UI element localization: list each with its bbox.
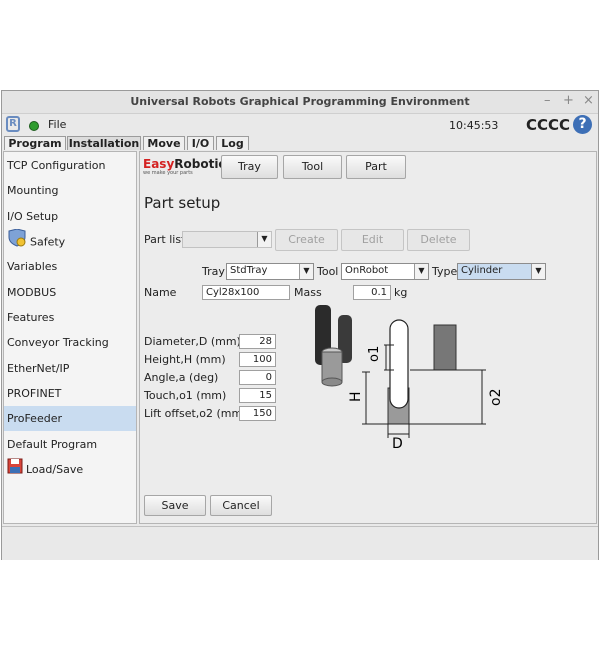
sidebar-item-label: ProFeeder: [7, 412, 62, 425]
robot-name: CCCC: [526, 116, 571, 134]
sidebar-item-modbus[interactable]: MODBUS: [4, 280, 136, 305]
sidebar-item-label: I/O Setup: [7, 210, 59, 223]
shield-icon: [7, 228, 27, 256]
tool-select[interactable]: OnRobot ▼: [341, 263, 429, 280]
tab-log[interactable]: Log: [216, 136, 249, 150]
tray-select[interactable]: StdTray ▼: [226, 263, 314, 280]
tray-button[interactable]: Tray: [221, 155, 278, 179]
status-bar: [2, 526, 598, 560]
sidebar-item-profinet[interactable]: PROFINET: [4, 381, 136, 406]
sidebar-item-load-save[interactable]: Load/Save: [4, 457, 136, 482]
main-window: Universal Robots Graphical Programming E…: [1, 90, 599, 560]
touch-field[interactable]: 15: [239, 388, 276, 403]
part-gripper-diagram: o1 H D o2: [315, 305, 504, 452]
o1-dimension-label: o1: [367, 346, 382, 362]
chevron-down-icon: ▼: [299, 264, 313, 279]
sidebar-item-conveyor-tracking[interactable]: Conveyor Tracking: [4, 330, 136, 355]
help-icon[interactable]: ?: [573, 115, 592, 134]
lift-offset-label: Lift offset,o2 (mm): [144, 407, 247, 420]
mass-field[interactable]: 0.1: [353, 285, 391, 300]
mass-label: Mass: [294, 286, 322, 299]
tab-program[interactable]: Program: [4, 136, 66, 150]
cancel-button[interactable]: Cancel: [210, 495, 272, 516]
save-button[interactable]: Save: [144, 495, 206, 516]
sidebar-item-label: Mounting: [7, 184, 59, 197]
name-label: Name: [144, 286, 177, 299]
create-button[interactable]: Create: [275, 229, 338, 251]
edit-button[interactable]: Edit: [341, 229, 404, 251]
tab-installation[interactable]: Installation: [67, 136, 141, 150]
ur-logo-icon: R: [6, 116, 20, 132]
chevron-down-icon: ▼: [257, 232, 271, 247]
window-title: Universal Robots Graphical Programming E…: [130, 95, 470, 108]
tab-move[interactable]: Move: [143, 136, 185, 150]
close-button[interactable]: ×: [583, 93, 594, 108]
page-title: Part setup: [144, 194, 221, 212]
sidebar-item-label: PROFINET: [7, 387, 62, 400]
h-dimension-label: H: [348, 391, 364, 402]
sidebar-item-label: Conveyor Tracking: [7, 336, 109, 349]
delete-button[interactable]: Delete: [407, 229, 470, 251]
part-button[interactable]: Part: [346, 155, 406, 179]
sidebar-item-label: Default Program: [7, 438, 98, 451]
title-bar: Universal Robots Graphical Programming E…: [2, 91, 598, 114]
sidebar-item-label: MODBUS: [7, 286, 57, 299]
minimize-button[interactable]: –: [544, 93, 551, 108]
angle-field[interactable]: 0: [239, 370, 276, 385]
sidebar-item-label: Features: [7, 311, 55, 324]
sidebar-item-profeeder[interactable]: ProFeeder: [4, 406, 136, 431]
sidebar-item-tcp-configuration[interactable]: TCP Configuration: [4, 153, 136, 178]
d-dimension-label: D: [392, 436, 403, 452]
floppy-disk-icon: [7, 458, 23, 483]
name-field[interactable]: Cyl28x100: [202, 285, 290, 300]
sidebar-item-io-setup[interactable]: I/O Setup: [4, 204, 136, 229]
tool-button[interactable]: Tool: [283, 155, 342, 179]
type-select[interactable]: Cylinder ▼: [457, 263, 546, 280]
mass-unit: kg: [394, 286, 408, 299]
tray-label: Tray: [202, 265, 225, 278]
sidebar-item-label: Load/Save: [26, 463, 84, 476]
lift-offset-field[interactable]: 150: [239, 406, 276, 421]
type-label: Type: [432, 265, 458, 278]
menu-bar: R File 10:45:53 CCCC ?: [2, 113, 598, 137]
status-indicator-icon: [29, 121, 39, 131]
sidebar-item-mounting[interactable]: Mounting: [4, 178, 136, 203]
maximize-button[interactable]: +: [563, 93, 574, 108]
sidebar-item-features[interactable]: Features: [4, 305, 136, 330]
part-list-label: Part list: [144, 233, 186, 246]
part-list-select[interactable]: ▼: [182, 231, 272, 248]
o2-dimension-label: o2: [488, 389, 504, 406]
file-menu[interactable]: File: [48, 118, 66, 131]
chevron-down-icon: ▼: [531, 264, 545, 279]
sidebar-item-label: Variables: [7, 260, 58, 273]
sidebar: TCP Configuration Mounting I/O Setup Saf…: [3, 151, 137, 524]
diameter-label: Diameter,D (mm): [144, 335, 241, 348]
diameter-field[interactable]: 28: [239, 334, 276, 349]
easyrobotics-logo: EasyRobotics we make your parts: [143, 157, 233, 176]
sidebar-item-variables[interactable]: Variables: [4, 254, 136, 279]
tab-io[interactable]: I/O: [187, 136, 214, 150]
sidebar-item-label: TCP Configuration: [7, 159, 106, 172]
sidebar-item-label: Safety: [30, 235, 66, 249]
gripper-3d-icon: [315, 305, 352, 387]
profeeder-panel: EasyRobotics we make your parts Tray Too…: [139, 151, 597, 524]
tool-label: Tool: [317, 265, 339, 278]
sidebar-item-default-program[interactable]: Default Program: [4, 432, 136, 457]
sidebar-item-label: EtherNet/IP: [7, 362, 70, 375]
sidebar-item-ethernet-ip[interactable]: EtherNet/IP: [4, 356, 136, 381]
height-label: Height,H (mm): [144, 353, 226, 366]
height-field[interactable]: 100: [239, 352, 276, 367]
sidebar-item-safety[interactable]: Safety: [4, 228, 136, 256]
chevron-down-icon: ▼: [414, 264, 428, 279]
angle-label: Angle,a (deg): [144, 371, 219, 384]
clock: 10:45:53: [449, 119, 499, 132]
touch-label: Touch,o1 (mm): [144, 389, 227, 402]
